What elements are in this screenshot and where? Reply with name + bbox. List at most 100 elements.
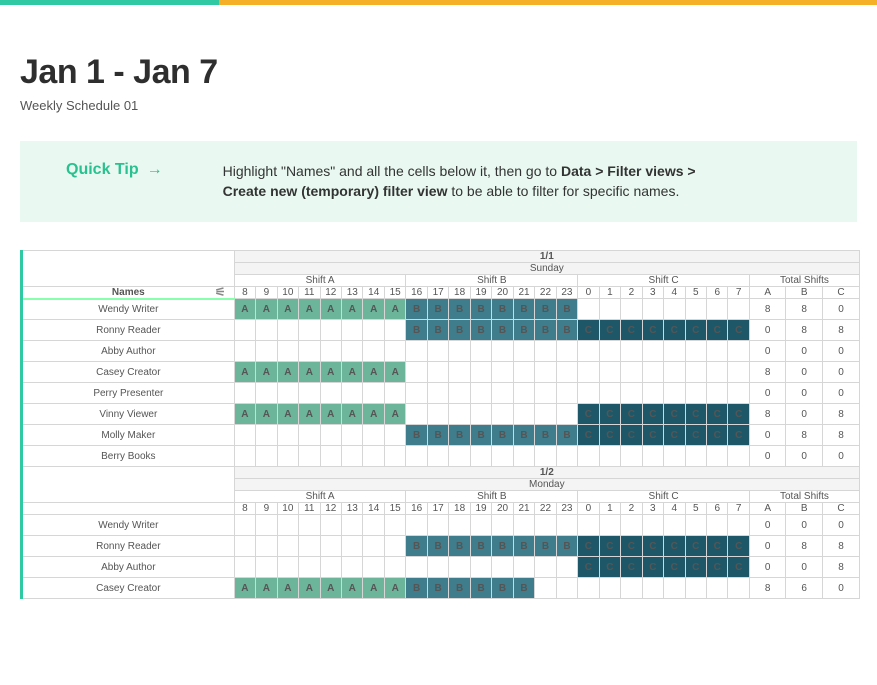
shift-cell[interactable]: A bbox=[320, 404, 341, 425]
shift-cell[interactable]: B bbox=[470, 578, 491, 599]
shift-cell[interactable] bbox=[299, 536, 320, 557]
shift-cell[interactable] bbox=[664, 446, 685, 467]
shift-cell[interactable] bbox=[384, 515, 405, 536]
shift-cell[interactable] bbox=[513, 383, 534, 404]
shift-cell[interactable]: C bbox=[728, 425, 749, 446]
shift-cell[interactable]: A bbox=[234, 404, 255, 425]
shift-cell[interactable] bbox=[492, 446, 513, 467]
shift-cell[interactable]: C bbox=[728, 557, 749, 578]
shift-cell[interactable] bbox=[384, 557, 405, 578]
shift-cell[interactable]: B bbox=[449, 320, 470, 341]
shift-cell[interactable] bbox=[685, 383, 706, 404]
shift-cell[interactable] bbox=[363, 320, 384, 341]
shift-cell[interactable] bbox=[513, 362, 534, 383]
shift-cell[interactable] bbox=[320, 425, 341, 446]
shift-cell[interactable] bbox=[664, 383, 685, 404]
shift-cell[interactable] bbox=[342, 425, 363, 446]
shift-cell[interactable]: A bbox=[234, 578, 255, 599]
shift-cell[interactable]: A bbox=[299, 362, 320, 383]
shift-cell[interactable]: A bbox=[342, 299, 363, 320]
shift-cell[interactable] bbox=[685, 446, 706, 467]
shift-cell[interactable] bbox=[664, 578, 685, 599]
shift-cell[interactable] bbox=[320, 515, 341, 536]
shift-cell[interactable] bbox=[342, 383, 363, 404]
shift-cell[interactable] bbox=[363, 446, 384, 467]
shift-cell[interactable] bbox=[277, 320, 298, 341]
shift-cell[interactable]: C bbox=[706, 425, 727, 446]
shift-cell[interactable] bbox=[492, 383, 513, 404]
employee-name[interactable]: Molly Maker bbox=[22, 425, 235, 446]
shift-cell[interactable] bbox=[277, 383, 298, 404]
shift-cell[interactable] bbox=[621, 362, 642, 383]
shift-cell[interactable] bbox=[706, 446, 727, 467]
shift-cell[interactable] bbox=[234, 425, 255, 446]
shift-cell[interactable] bbox=[234, 446, 255, 467]
shift-cell[interactable] bbox=[277, 425, 298, 446]
shift-cell[interactable]: C bbox=[728, 536, 749, 557]
employee-name[interactable]: Wendy Writer bbox=[22, 515, 235, 536]
shift-cell[interactable]: C bbox=[621, 557, 642, 578]
shift-cell[interactable]: A bbox=[342, 404, 363, 425]
shift-cell[interactable] bbox=[384, 425, 405, 446]
shift-cell[interactable] bbox=[556, 578, 577, 599]
shift-cell[interactable] bbox=[556, 404, 577, 425]
shift-cell[interactable]: B bbox=[492, 320, 513, 341]
shift-cell[interactable] bbox=[513, 515, 534, 536]
shift-cell[interactable]: C bbox=[642, 536, 663, 557]
shift-cell[interactable] bbox=[578, 341, 599, 362]
shift-cell[interactable] bbox=[384, 536, 405, 557]
shift-cell[interactable] bbox=[449, 362, 470, 383]
employee-name[interactable]: Ronny Reader bbox=[22, 320, 235, 341]
shift-cell[interactable]: B bbox=[556, 320, 577, 341]
shift-cell[interactable]: C bbox=[706, 404, 727, 425]
shift-cell[interactable] bbox=[406, 404, 427, 425]
shift-cell[interactable]: C bbox=[599, 557, 620, 578]
shift-cell[interactable]: B bbox=[427, 578, 448, 599]
shift-cell[interactable]: C bbox=[599, 404, 620, 425]
shift-cell[interactable]: A bbox=[363, 362, 384, 383]
shift-cell[interactable] bbox=[728, 446, 749, 467]
shift-cell[interactable] bbox=[642, 341, 663, 362]
shift-cell[interactable] bbox=[299, 425, 320, 446]
shift-cell[interactable] bbox=[706, 578, 727, 599]
shift-cell[interactable] bbox=[621, 515, 642, 536]
shift-cell[interactable] bbox=[384, 320, 405, 341]
shift-cell[interactable]: B bbox=[406, 536, 427, 557]
shift-cell[interactable] bbox=[384, 383, 405, 404]
shift-cell[interactable]: B bbox=[470, 320, 491, 341]
shift-cell[interactable] bbox=[642, 299, 663, 320]
shift-cell[interactable]: C bbox=[728, 320, 749, 341]
employee-name[interactable]: Abby Author bbox=[22, 341, 235, 362]
shift-cell[interactable] bbox=[363, 557, 384, 578]
shift-cell[interactable] bbox=[642, 362, 663, 383]
shift-cell[interactable] bbox=[599, 515, 620, 536]
shift-cell[interactable]: C bbox=[578, 320, 599, 341]
shift-cell[interactable] bbox=[427, 362, 448, 383]
employee-name[interactable]: Perry Presenter bbox=[22, 383, 235, 404]
shift-cell[interactable] bbox=[320, 557, 341, 578]
shift-cell[interactable] bbox=[492, 362, 513, 383]
shift-cell[interactable]: B bbox=[556, 299, 577, 320]
shift-cell[interactable] bbox=[578, 299, 599, 320]
shift-cell[interactable]: C bbox=[642, 557, 663, 578]
shift-cell[interactable]: A bbox=[256, 362, 277, 383]
shift-cell[interactable] bbox=[728, 515, 749, 536]
shift-cell[interactable]: C bbox=[685, 320, 706, 341]
shift-cell[interactable]: B bbox=[406, 578, 427, 599]
shift-cell[interactable]: C bbox=[664, 536, 685, 557]
shift-cell[interactable] bbox=[299, 320, 320, 341]
shift-cell[interactable] bbox=[664, 362, 685, 383]
shift-cell[interactable] bbox=[256, 383, 277, 404]
shift-cell[interactable] bbox=[470, 515, 491, 536]
shift-cell[interactable]: C bbox=[664, 557, 685, 578]
shift-cell[interactable] bbox=[685, 515, 706, 536]
shift-cell[interactable] bbox=[728, 383, 749, 404]
shift-cell[interactable] bbox=[706, 362, 727, 383]
shift-cell[interactable]: A bbox=[363, 299, 384, 320]
shift-cell[interactable] bbox=[535, 446, 556, 467]
shift-cell[interactable]: C bbox=[642, 425, 663, 446]
shift-cell[interactable] bbox=[234, 536, 255, 557]
shift-cell[interactable] bbox=[578, 446, 599, 467]
shift-cell[interactable] bbox=[406, 557, 427, 578]
shift-cell[interactable]: A bbox=[320, 578, 341, 599]
